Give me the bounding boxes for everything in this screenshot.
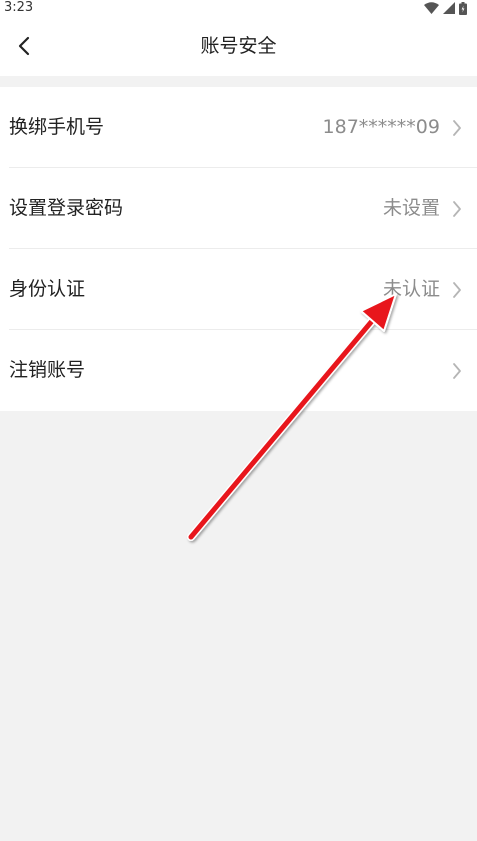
settings-item-rebind-phone[interactable]: 换绑手机号 187******09 (0, 87, 477, 168)
signal-icon (443, 2, 455, 14)
settings-item-value: 187******09 (322, 116, 440, 138)
settings-item-identity-verification[interactable]: 身份认证 未认证 (0, 249, 477, 330)
settings-item-label: 注销账号 (9, 359, 86, 381)
nav-header: 账号安全 (0, 16, 477, 76)
chevron-right-icon (453, 363, 461, 379)
page-title: 账号安全 (200, 35, 277, 57)
battery-icon (459, 1, 467, 15)
status-icons (424, 1, 467, 15)
settings-list: 换绑手机号 187******09 设置登录密码 未设置 身份认证 未认证 注销… (0, 87, 477, 411)
status-time: 3:23 (4, 0, 34, 15)
settings-item-set-password[interactable]: 设置登录密码 未设置 (0, 168, 477, 249)
settings-item-label: 换绑手机号 (9, 116, 105, 138)
settings-item-delete-account[interactable]: 注销账号 (0, 330, 477, 411)
chevron-right-icon (453, 282, 461, 298)
settings-item-label: 设置登录密码 (9, 197, 124, 219)
chevron-right-icon (453, 201, 461, 217)
settings-item-value: 未设置 (382, 197, 440, 219)
settings-item-value: 未认证 (382, 278, 440, 300)
status-bar: 3:23 (0, 0, 477, 16)
settings-item-label: 身份认证 (9, 278, 86, 300)
wifi-icon (424, 2, 439, 14)
chevron-right-icon (453, 120, 461, 136)
